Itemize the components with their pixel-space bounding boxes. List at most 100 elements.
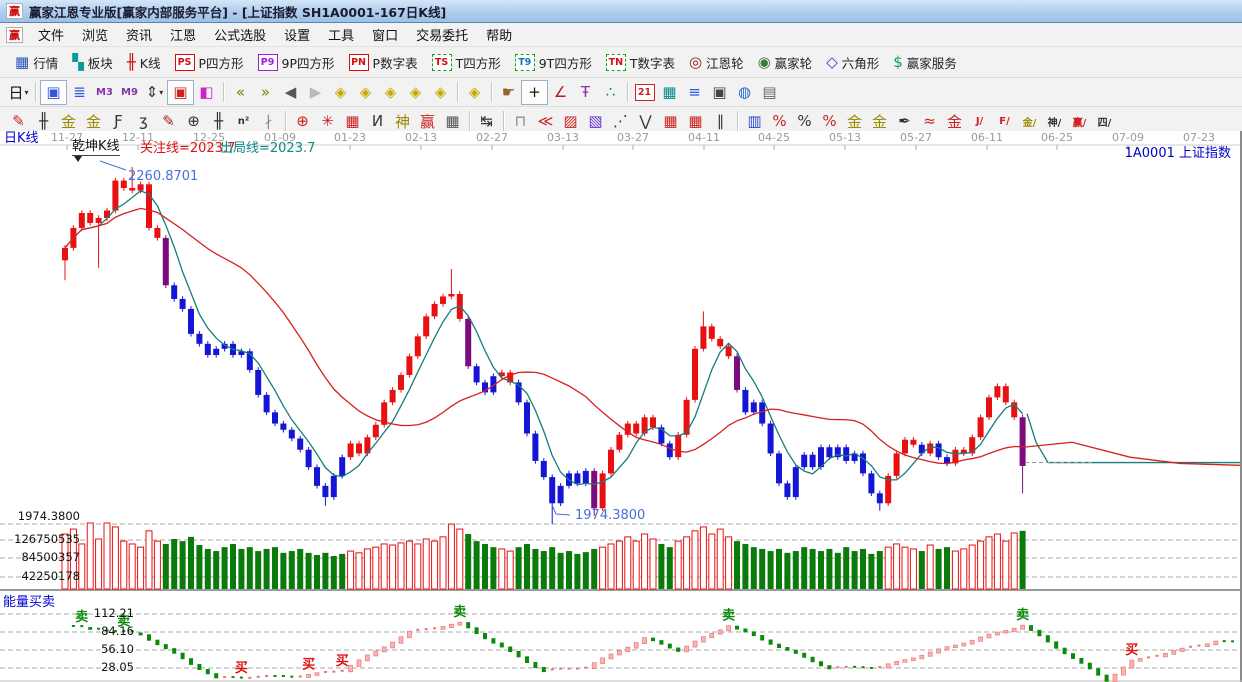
nav-first-bar-button[interactable]: « xyxy=(228,81,253,104)
draw-yin-line-button[interactable]: И xyxy=(365,110,390,133)
toolbar-9p-square-button[interactable]: P99P四方形 xyxy=(251,51,342,74)
nav-notes-button[interactable]: ≡ xyxy=(682,81,707,104)
toolbar-winner-wheel-button[interactable]: ◉赢家轮 xyxy=(751,51,820,74)
nav-last-bar-button[interactable]: » xyxy=(253,81,278,104)
draw-bisector-button[interactable]: ∤ xyxy=(256,110,281,133)
nav-calculator-button[interactable]: ▦ xyxy=(657,81,682,104)
toolbar-t-square-button[interactable]: TST四方形 xyxy=(425,51,508,74)
draw-si-angle-button[interactable]: 四/ xyxy=(1092,110,1117,133)
draw-gann-wheel-small-button[interactable]: ✳ xyxy=(315,110,340,133)
toolbar-t-number-table-button[interactable]: TNT数字表 xyxy=(599,51,682,74)
menu-item-7[interactable]: 窗口 xyxy=(363,27,407,46)
toolbar-market-quotes-button[interactable]: ▦行情 xyxy=(8,51,65,74)
kline-type-dropdown[interactable]: 乾坤K线 xyxy=(72,140,120,156)
chart-area[interactable] xyxy=(0,131,1242,682)
nav-diamond-nav-4-button[interactable]: ◈ xyxy=(403,81,428,104)
nav-diamond-nav-5-button[interactable]: ◈ xyxy=(428,81,453,104)
draw-grid-arrow-button[interactable]: ▦ xyxy=(683,110,708,133)
menu-item-5[interactable]: 设置 xyxy=(275,27,319,46)
draw-gold-circle-button[interactable]: 金 xyxy=(842,110,867,133)
nav-diamond-nav-2-button[interactable]: ◈ xyxy=(353,81,378,104)
draw-gold-comb-2-button[interactable]: 金 xyxy=(81,110,106,133)
draw-measure-pen-button[interactable]: ✎ xyxy=(156,110,181,133)
menu-item-9[interactable]: 帮助 xyxy=(477,27,521,46)
nav-diamond-nav-3-button[interactable]: ◈ xyxy=(378,81,403,104)
toolbar-sectors-button[interactable]: ▚板块 xyxy=(65,51,120,74)
draw-ray-fan-button[interactable]: ≪ xyxy=(533,110,558,133)
draw-parallel-lines-button[interactable]: ∥ xyxy=(708,110,733,133)
draw-shen-angle-button[interactable]: 神/ xyxy=(1042,110,1067,133)
draw-red-grid-button[interactable]: ▦ xyxy=(658,110,683,133)
menu-item-4[interactable]: 公式选股 xyxy=(205,27,275,46)
nav-diamond-nav-1-button[interactable]: ◈ xyxy=(328,81,353,104)
draw-percent-frame-button[interactable]: ▥ xyxy=(742,110,767,133)
toolbar-hexagon-button[interactable]: ◇六角形 xyxy=(819,51,886,74)
menu-item-6[interactable]: 工具 xyxy=(319,27,363,46)
toolbar-9t-square-button[interactable]: T99T四方形 xyxy=(508,51,599,74)
draw-number-grid-button[interactable]: ▦ xyxy=(440,110,465,133)
nav-period-selector-button[interactable]: 日▾ xyxy=(6,81,31,104)
draw-gold-box-red-button[interactable]: 金 xyxy=(942,110,967,133)
draw-percent-plain-button[interactable]: % xyxy=(792,110,817,133)
draw-price-comb-button[interactable]: ╫ xyxy=(31,110,56,133)
draw-box-select-button[interactable]: ⊓ xyxy=(508,110,533,133)
menu-bar: 赢 文件浏览资讯江恩公式选股设置工具窗口交易委托帮助 xyxy=(0,23,1242,47)
draw-n-square-button[interactable]: n² xyxy=(231,110,256,133)
nav-browser-button[interactable]: ◍ xyxy=(732,81,757,104)
menu-item-2[interactable]: 资讯 xyxy=(117,27,161,46)
draw-wave-tool-button[interactable]: ≈ xyxy=(917,110,942,133)
nav-hand-tool-button[interactable]: ☛ xyxy=(496,81,521,104)
draw-zigzag-button[interactable]: ⋁ xyxy=(633,110,658,133)
menu-item-0[interactable]: 文件 xyxy=(29,27,73,46)
toolbar-p-number-table-button[interactable]: PNP数字表 xyxy=(342,51,425,74)
toolbar-winner-service-button[interactable]: $赢家服务 xyxy=(886,51,964,74)
draw-circle-ruler-button[interactable]: ⊕ xyxy=(181,110,206,133)
draw-f-comb-button[interactable]: Ƒ xyxy=(106,110,131,133)
nav-candle-style-button[interactable]: ⇕▾ xyxy=(142,81,167,104)
draw-ying-tool-button[interactable]: 赢 xyxy=(415,110,440,133)
draw-ink-pen-button[interactable]: ✒ xyxy=(892,110,917,133)
nav-save-button[interactable]: ▣ xyxy=(707,81,732,104)
nav-calendar-button[interactable]: 21 xyxy=(632,81,657,104)
draw-spiral-comb-button[interactable]: ʒ xyxy=(131,110,156,133)
draw-comb-2-button[interactable]: ╫ xyxy=(206,110,231,133)
nav-angle-tool-button[interactable]: ∠ xyxy=(548,81,573,104)
title-bar[interactable]: 赢 赢家江恩专业版[赢家内部服务平台] - [上证指数 SH1A0001-167… xyxy=(0,0,1242,23)
menu-item-1[interactable]: 浏览 xyxy=(73,27,117,46)
nav-distribution-chart-button[interactable]: ◧ xyxy=(194,81,219,104)
nav-info-list-button[interactable]: ≣ xyxy=(67,81,92,104)
draw-box-diagonal-button[interactable]: ▧ xyxy=(583,110,608,133)
nav-chart-window-button[interactable]: ▣ xyxy=(40,80,67,105)
draw-j-angle-button[interactable]: J/ xyxy=(967,110,992,133)
draw-angle-pen-button[interactable]: ✎ xyxy=(6,110,31,133)
draw-percent-line-red-button[interactable]: % xyxy=(767,110,792,133)
draw-gold-angle-button[interactable]: 金/ xyxy=(1017,110,1042,133)
draw-grid-circle-button[interactable]: ▦ xyxy=(340,110,365,133)
toolbar-p-square-button[interactable]: PSP四方形 xyxy=(168,51,251,74)
nav-print-button[interactable]: ▤ xyxy=(757,81,782,104)
ying-angle-icon: 赢/ xyxy=(1073,114,1087,129)
nav-next-bar-button[interactable]: ▶ xyxy=(303,81,328,104)
draw-percent-under-button[interactable]: % xyxy=(817,110,842,133)
draw-gold-comb-1-button[interactable]: 金 xyxy=(56,110,81,133)
nav-diamond-nav-6-button[interactable]: ◈ xyxy=(462,81,487,104)
nav-crosshair-tool-button[interactable]: + xyxy=(521,80,548,105)
draw-box-rays-button[interactable]: ▨ xyxy=(558,110,583,133)
menu-item-8[interactable]: 交易委托 xyxy=(407,27,477,46)
toolbar-kline-button[interactable]: ╫K线 xyxy=(120,51,168,74)
draw-f-angle-button[interactable]: F/ xyxy=(992,110,1017,133)
nav-gann-text-tool-button[interactable]: Ŧ xyxy=(573,81,598,104)
nav-m3-indicator-button[interactable]: M3 xyxy=(92,81,117,104)
nav-m9-indicator-button[interactable]: M9 xyxy=(117,81,142,104)
draw-h-measure-button[interactable]: ↹ xyxy=(474,110,499,133)
draw-slope-arrows-button[interactable]: ⋰ xyxy=(608,110,633,133)
nav-qiankun-toggle-button[interactable]: ▣ xyxy=(167,80,194,105)
draw-gold-line-button[interactable]: 金 xyxy=(867,110,892,133)
draw-target-circle-button[interactable]: ⊕ xyxy=(290,110,315,133)
nav-prev-bar-button[interactable]: ◀ xyxy=(278,81,303,104)
menu-item-3[interactable]: 江恩 xyxy=(161,27,205,46)
toolbar-gann-wheel-button[interactable]: ◎江恩轮 xyxy=(682,51,751,74)
nav-pattern-tool-button[interactable]: ∴ xyxy=(598,81,623,104)
draw-shen-tool-button[interactable]: 神 xyxy=(390,110,415,133)
draw-ying-angle-button[interactable]: 赢/ xyxy=(1067,110,1092,133)
